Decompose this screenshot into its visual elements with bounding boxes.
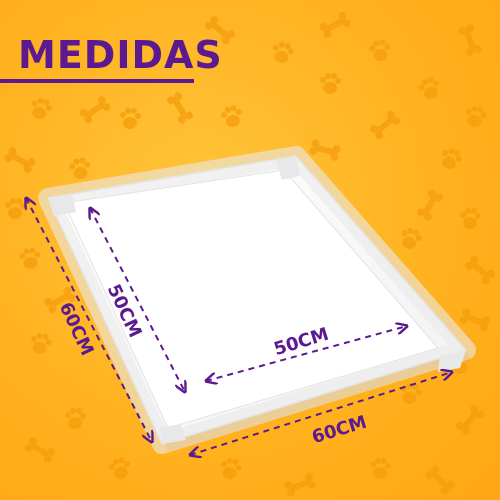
pad-diagram (0, 146, 476, 500)
product-measurements-graphic: MEDIDAS 50CM 50CM 60CM 60CM (0, 0, 500, 500)
